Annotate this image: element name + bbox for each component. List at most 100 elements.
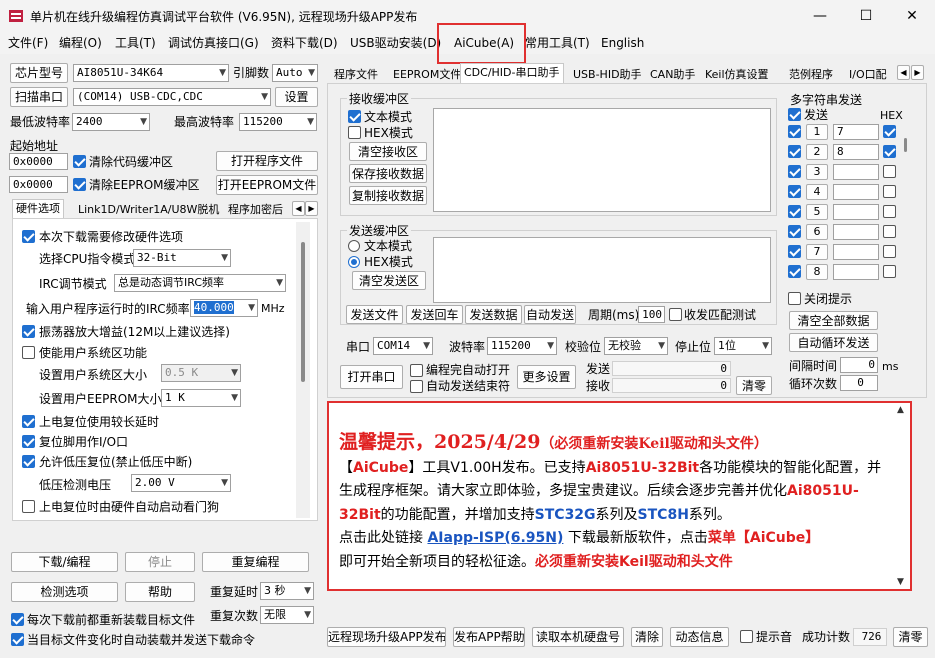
multi-row-enable-checkbox[interactable] <box>788 145 801 158</box>
menu-tools[interactable]: 工具(T) <box>113 34 158 52</box>
osc-gain-checkbox[interactable] <box>22 325 35 338</box>
more-settings-button[interactable]: 更多设置 <box>517 365 576 389</box>
clear-send-button[interactable]: 清空发送区 <box>352 271 426 290</box>
download-button[interactable]: 下载/编程 <box>11 552 118 572</box>
low-voltage-reset-checkbox[interactable] <box>22 455 35 468</box>
multi-row-input[interactable] <box>833 264 879 280</box>
multi-row-input[interactable] <box>833 224 879 240</box>
multi-row-input[interactable]: 8 <box>833 144 879 160</box>
scroll-up-icon[interactable]: ▲ <box>897 405 904 415</box>
multi-row-enable-checkbox[interactable] <box>788 265 801 278</box>
menu-common-tools[interactable]: 常用工具(T) <box>523 34 592 52</box>
check-options-button[interactable]: 检测选项 <box>11 582 118 602</box>
minimize-button[interactable]: — <box>797 0 843 32</box>
multi-send-all-checkbox[interactable] <box>788 108 801 121</box>
multi-send-scrollbar[interactable] <box>901 122 911 282</box>
open-port-button[interactable]: 打开串口 <box>340 365 403 389</box>
tab-program-file[interactable]: 程序文件 <box>330 65 382 85</box>
tab-hardware-options[interactable]: 硬件选项 <box>12 199 64 219</box>
reset-io-checkbox[interactable] <box>22 435 35 448</box>
save-receive-button[interactable]: 保存接收数据 <box>349 164 427 183</box>
menu-debug[interactable]: 调试仿真接口(G) <box>166 34 261 52</box>
stop-button[interactable]: 停止 <box>125 552 195 572</box>
auto-send-checkbox[interactable] <box>11 633 24 646</box>
multi-row-hex-checkbox[interactable] <box>883 185 896 198</box>
match-test-checkbox[interactable] <box>669 308 682 321</box>
repeat-delay-select[interactable]: 3 秒 ▼ <box>260 582 314 600</box>
repeat-count-select[interactable]: 无限 ▼ <box>260 606 314 624</box>
user-system-size-select[interactable]: 0.5 K ▼ <box>161 364 241 382</box>
multi-row-enable-checkbox[interactable] <box>788 205 801 218</box>
multi-row-hex-checkbox[interactable] <box>883 125 896 138</box>
send-textarea[interactable] <box>433 237 771 303</box>
menu-usb-driver[interactable]: USB驱动安装(D) <box>348 34 443 52</box>
baud-select[interactable]: 115200 ▼ <box>487 337 557 355</box>
user-system-checkbox[interactable] <box>22 346 35 359</box>
clear-counter-button[interactable]: 清零 <box>736 376 772 395</box>
recv-text-mode-checkbox[interactable] <box>348 110 361 123</box>
multi-row-hex-checkbox[interactable] <box>883 145 896 158</box>
scroll-down-icon[interactable]: ▼ <box>897 577 904 587</box>
close-button[interactable]: ✕ <box>889 0 935 32</box>
chip-type-select[interactable]: AI8051U-34K64 ▼ <box>73 64 229 82</box>
close-tip-checkbox[interactable] <box>788 292 801 305</box>
chip-type-button[interactable]: 芯片型号 <box>10 63 68 83</box>
multi-row-send-button[interactable]: 5 <box>806 204 828 220</box>
open-eeprom-file-button[interactable]: 打开EEPROM文件 <box>216 175 318 195</box>
multi-row-enable-checkbox[interactable] <box>788 225 801 238</box>
interval-input[interactable]: 0 <box>840 357 878 373</box>
port-select[interactable]: (COM14) USB-CDC,CDC ▼ <box>73 88 271 106</box>
tab-scroll-right-button[interactable]: ▶ <box>305 201 318 216</box>
beep-checkbox[interactable] <box>740 630 753 643</box>
watchdog-checkbox[interactable] <box>22 500 35 513</box>
multi-row-input[interactable] <box>833 164 879 180</box>
tab-usb-hid[interactable]: USB-HID助手 <box>569 65 646 85</box>
receive-textarea[interactable] <box>433 108 771 212</box>
clear-eeprom-checkbox[interactable] <box>73 178 86 191</box>
multi-row-hex-checkbox[interactable] <box>883 205 896 218</box>
multi-row-enable-checkbox[interactable] <box>788 185 801 198</box>
multi-row-send-button[interactable]: 7 <box>806 244 828 260</box>
multi-row-enable-checkbox[interactable] <box>788 165 801 178</box>
maximize-button[interactable]: ☐ <box>843 0 889 32</box>
tab-link1d[interactable]: Link1D/Writer1A/U8W脱机 <box>74 200 223 220</box>
hardware-options-scrollbar[interactable] <box>296 222 310 518</box>
tab-scroll-left-button[interactable]: ◀ <box>292 201 305 216</box>
menu-file[interactable]: 文件(F) <box>6 34 50 52</box>
multi-row-hex-checkbox[interactable] <box>883 225 896 238</box>
dynamic-info-button[interactable]: 动态信息 <box>670 627 729 647</box>
pin-count-select[interactable]: Auto ▼ <box>272 64 318 82</box>
multi-row-hex-checkbox[interactable] <box>883 265 896 278</box>
tab-examples[interactable]: 范例程序 <box>785 65 837 85</box>
tab-cdc-serial[interactable]: CDC/HID-串口助手 <box>460 63 564 84</box>
power-delay-checkbox[interactable] <box>22 415 35 428</box>
send-hex-mode-radio[interactable] <box>348 256 360 268</box>
user-eeprom-size-select[interactable]: 1 K ▼ <box>161 389 241 407</box>
serial-port-select[interactable]: COM14 ▼ <box>373 337 433 355</box>
min-baud-select[interactable]: 2400 ▼ <box>72 113 150 131</box>
multi-row-input[interactable] <box>833 244 879 260</box>
multi-row-send-button[interactable]: 4 <box>806 184 828 200</box>
clear-receive-button[interactable]: 清空接收区 <box>349 142 427 161</box>
download-link[interactable]: AIapp-ISP(6.95N) <box>427 530 563 546</box>
auto-send-button[interactable]: 自动发送 <box>524 305 576 324</box>
right-tab-scroll-right-button[interactable]: ▶ <box>911 65 924 80</box>
scrollbar-thumb[interactable] <box>301 242 305 382</box>
loop-count-input[interactable]: 0 <box>840 375 878 391</box>
code-start-address-input[interactable]: 0x0000 <box>9 153 68 170</box>
clear-all-data-button[interactable]: 清空全部数据 <box>789 311 878 330</box>
send-text-mode-radio[interactable] <box>348 240 360 252</box>
clear-code-checkbox[interactable] <box>73 155 86 168</box>
auto-loop-send-button[interactable]: 自动循环发送 <box>789 333 878 352</box>
stop-bit-select[interactable]: 1位 ▼ <box>714 337 772 355</box>
multi-row-input[interactable]: 7 <box>833 124 879 140</box>
publish-help-button[interactable]: 发布APP帮助 <box>453 627 525 647</box>
copy-receive-button[interactable]: 复制接收数据 <box>349 186 427 205</box>
scan-port-button[interactable]: 扫描串口 <box>10 87 68 107</box>
cpu-mode-select[interactable]: 32-Bit ▼ <box>133 249 231 267</box>
settings-button[interactable]: 设置 <box>275 87 318 107</box>
scrollbar-thumb[interactable] <box>904 138 907 152</box>
irc-freq-select[interactable]: 40.000 ▼ <box>190 299 258 317</box>
multi-row-hex-checkbox[interactable] <box>883 245 896 258</box>
multi-row-send-button[interactable]: 8 <box>806 264 828 280</box>
